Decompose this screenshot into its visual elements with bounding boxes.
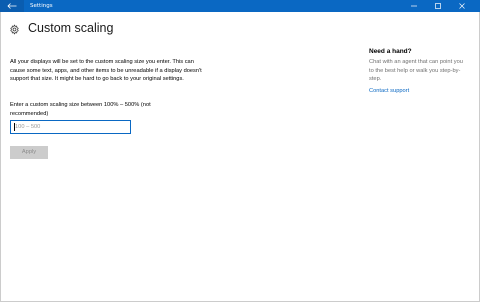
- maximize-icon: [435, 3, 441, 9]
- close-button[interactable]: [450, 0, 474, 12]
- help-description: Chat with an agent that can point you to…: [369, 59, 463, 82]
- title-bar: Settings: [0, 0, 480, 12]
- scaling-input-label: Enter a custom scaling size between 100%…: [10, 102, 151, 117]
- maximize-button[interactable]: [426, 0, 450, 12]
- contact-support-link[interactable]: Contact support: [369, 88, 409, 94]
- help-title: Need a hand?: [369, 48, 412, 55]
- back-arrow-icon: [7, 3, 17, 9]
- gear-icon: [10, 24, 19, 35]
- window-title: Settings: [30, 3, 53, 9]
- input-placeholder: 100 – 500: [15, 124, 41, 130]
- apply-button[interactable]: Apply: [10, 146, 48, 159]
- text-caret: [14, 123, 15, 131]
- back-button[interactable]: [0, 0, 24, 12]
- close-icon: [459, 3, 465, 9]
- page-title: Custom scaling: [28, 21, 114, 35]
- custom-scaling-input[interactable]: 100 – 500: [10, 120, 131, 134]
- minimize-icon: [411, 5, 417, 7]
- scaling-warning-text: All your displays will be set to the cus…: [10, 59, 202, 82]
- window-frame: [0, 12, 480, 302]
- minimize-button[interactable]: [402, 0, 426, 12]
